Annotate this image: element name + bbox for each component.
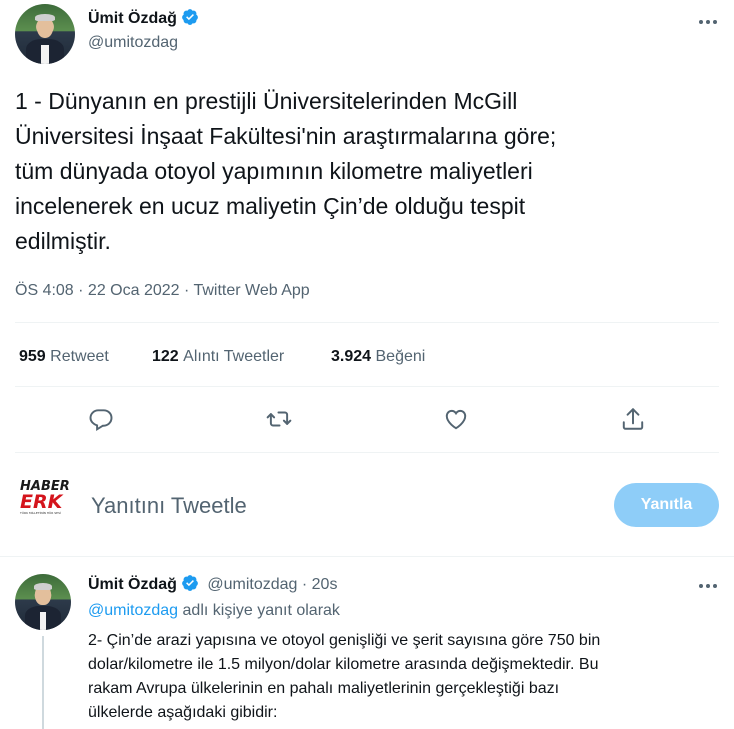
reply-button[interactable]: Yanıtla — [614, 483, 719, 527]
divider — [15, 386, 719, 387]
retweet-icon[interactable] — [266, 406, 292, 437]
reply-text: 2- Çin’de arazi yapısına ve otoyol geniş… — [88, 629, 728, 725]
tweet-text-line: Üniversitesi İnşaat Fakültesi'nin araştı… — [15, 123, 557, 149]
tweet-text-line: 1 - Dünyanın en prestijli Üniversiteleri… — [15, 88, 518, 114]
separator-dot: · — [301, 576, 308, 593]
logo-tagline: TÜRK MİLLETİNİN HÜR SESİ — [20, 511, 61, 515]
tweet-text-line: tüm dünyada otoyol yapımının kilometre m… — [15, 158, 533, 184]
more-dots-icon[interactable] — [696, 10, 720, 39]
reply-input[interactable]: Yanıtını Tweetle — [91, 493, 247, 519]
share-icon[interactable] — [620, 406, 646, 437]
verified-badge-icon — [181, 574, 199, 592]
author-name[interactable]: Ümit Özdağ — [88, 10, 177, 27]
tweet-text-line: incelenerek en ucuz maliyetin Çin’de old… — [15, 193, 526, 219]
reply-time[interactable]: 20s — [312, 576, 338, 593]
retweets-count: 959 — [19, 348, 46, 365]
reply-author-name[interactable]: Ümit Özdağ — [88, 576, 177, 593]
replying-to: @umitozdag adlı kişiye yanıt olarak — [88, 602, 340, 620]
replying-to-handle[interactable]: @umitozdag — [88, 602, 178, 619]
likes-label: Beğeni — [375, 348, 426, 365]
reply-text-line: rakam Avrupa ülkelerinin en pahalı maliy… — [88, 680, 560, 697]
tweet-text: 1 - Dünyanın en prestijli Üniversiteleri… — [15, 84, 725, 259]
likes-count: 3.924 — [331, 348, 372, 365]
like-icon[interactable] — [443, 406, 469, 437]
reply-header: Ümit Özdağ @umitozdag · 20s — [88, 574, 337, 594]
reply-text-line: ülkelerde aşağıdaki gibidir: — [88, 704, 278, 721]
reply-icon[interactable] — [88, 406, 114, 437]
replying-to-suffix: adlı kişiye yanıt olarak — [182, 602, 340, 619]
logo-line2: ERK — [20, 491, 63, 513]
quotes-count: 122 — [152, 348, 179, 365]
reply-text-line: dolar/kilometre ile 1.5 milyon/dolar kil… — [88, 656, 599, 673]
thread-line — [42, 636, 44, 729]
divider — [15, 322, 719, 323]
retweets-label: Retweet — [50, 348, 109, 365]
reply-author-avatar[interactable] — [15, 574, 71, 630]
likes-stat[interactable]: 3.924 Beğeni — [331, 348, 425, 366]
author-avatar[interactable] — [15, 4, 75, 64]
tweet-text-line: edilmiştir. — [15, 228, 111, 254]
quotes-stat[interactable]: 122 Alıntı Tweetler — [152, 348, 284, 366]
tweet-timestamp[interactable]: ÖS 4:08 · 22 Oca 2022 · Twitter Web App — [15, 282, 310, 300]
quotes-label: Alıntı Tweetler — [183, 348, 285, 365]
divider — [15, 452, 719, 453]
retweets-stat[interactable]: 959 Retweet — [19, 348, 109, 366]
author-handle[interactable]: @umitozdag — [88, 34, 178, 52]
author-name-row[interactable]: Ümit Özdağ — [88, 8, 199, 28]
user-avatar-logo[interactable]: HABER ERK TÜRK MİLLETİNİN HÜR SESİ — [14, 480, 74, 530]
divider — [0, 556, 734, 557]
verified-badge-icon — [181, 8, 199, 26]
reply-text-line: 2- Çin’de arazi yapısına ve otoyol geniş… — [88, 632, 601, 649]
more-dots-icon[interactable] — [696, 574, 720, 603]
reply-author-handle[interactable]: @umitozdag — [207, 576, 297, 593]
